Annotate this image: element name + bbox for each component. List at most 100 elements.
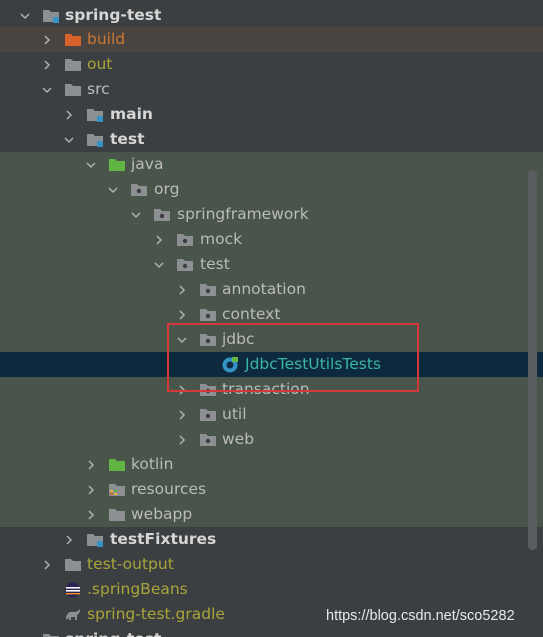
tree-label: org xyxy=(154,180,180,198)
excluded-folder-icon xyxy=(64,31,82,48)
chevron-right-icon[interactable] xyxy=(152,227,166,252)
chevron-right-icon[interactable] xyxy=(62,527,76,552)
tree-row-testfixtures[interactable]: testFixtures xyxy=(0,527,543,552)
folder-icon xyxy=(64,81,82,98)
tree-label: transaction xyxy=(222,380,310,398)
tree-row-test-output[interactable]: test-output xyxy=(0,552,543,577)
module-folder-icon xyxy=(86,131,104,148)
package-icon xyxy=(199,406,217,423)
tree-row-web[interactable]: web xyxy=(0,427,543,452)
tree-label: test xyxy=(200,255,230,273)
tree-label: test xyxy=(110,130,145,148)
tree-label: springframework xyxy=(177,205,309,223)
tree-label: util xyxy=(222,405,247,423)
tree-label: resources xyxy=(131,480,207,498)
package-icon xyxy=(199,281,217,298)
tree-label: mock xyxy=(200,230,243,248)
chevron-down-icon[interactable] xyxy=(129,202,143,227)
chevron-down-icon[interactable] xyxy=(84,152,98,177)
module-folder-icon xyxy=(42,7,60,24)
tree-row-annotation[interactable]: annotation xyxy=(0,277,543,302)
tree-row-springbeans[interactable]: .springBeans xyxy=(0,577,543,602)
chevron-right-icon[interactable] xyxy=(175,402,189,427)
chevron-right-icon[interactable] xyxy=(175,427,189,452)
package-icon xyxy=(199,431,217,448)
test-class-icon xyxy=(221,356,239,373)
tree-label: testFixtures xyxy=(110,530,217,548)
tree-label: kotlin xyxy=(131,455,174,473)
folder-icon xyxy=(64,56,82,73)
tree-row-kotlin[interactable]: kotlin xyxy=(0,452,543,477)
gradle-icon xyxy=(64,606,82,623)
tree-row-mock[interactable]: mock xyxy=(0,227,543,252)
tree-row-src[interactable]: src xyxy=(0,77,543,102)
chevron-right-icon[interactable] xyxy=(40,27,54,52)
package-icon xyxy=(153,206,171,223)
tree-row-spring-test[interactable]: spring-test xyxy=(0,3,543,28)
tree-label: java xyxy=(131,155,164,173)
chevron-down-icon[interactable] xyxy=(40,77,54,102)
chevron-down-icon[interactable] xyxy=(18,627,32,637)
tree-label: spring-test.gradle xyxy=(87,605,225,623)
tree-row-test-package[interactable]: test xyxy=(0,252,543,277)
chevron-right-icon[interactable] xyxy=(84,502,98,527)
tree-row-jdbc[interactable]: jdbc xyxy=(0,327,543,352)
package-icon xyxy=(176,256,194,273)
resources-folder-icon xyxy=(108,481,126,498)
tree-row-java[interactable]: java xyxy=(0,152,543,177)
tree-row-context[interactable]: context xyxy=(0,302,543,327)
chevron-right-icon[interactable] xyxy=(84,452,98,477)
chevron-down-icon[interactable] xyxy=(175,327,189,352)
tree-row-out[interactable]: out xyxy=(0,52,543,77)
tree-label: build xyxy=(87,30,126,48)
chevron-right-icon[interactable] xyxy=(175,302,189,327)
test-source-folder-icon xyxy=(108,156,126,173)
tree-label: webapp xyxy=(131,505,193,523)
folder-icon xyxy=(108,506,126,523)
chevron-right-icon[interactable] xyxy=(40,52,54,77)
tree-row-util[interactable]: util xyxy=(0,402,543,427)
tree-label: test-output xyxy=(87,555,174,573)
tree-label: .springBeans xyxy=(87,580,188,598)
tree-label: main xyxy=(110,105,153,123)
package-icon xyxy=(199,306,217,323)
vertical-scrollbar[interactable] xyxy=(528,170,537,550)
chevron-down-icon[interactable] xyxy=(152,252,166,277)
tree-label: annotation xyxy=(222,280,306,298)
chevron-down-icon[interactable] xyxy=(62,127,76,152)
tree-label: web xyxy=(222,430,255,448)
tree-row-spring-test-next[interactable]: spring-test xyxy=(0,627,543,637)
test-source-folder-icon xyxy=(108,456,126,473)
module-folder-icon xyxy=(86,106,104,123)
tree-label: context xyxy=(222,305,281,323)
tree-row-transaction[interactable]: transaction xyxy=(0,377,543,402)
tree-row-test-module[interactable]: test xyxy=(0,127,543,152)
chevron-down-icon[interactable] xyxy=(106,177,120,202)
watermark-text: https://blog.csdn.net/sco5282 xyxy=(326,608,515,624)
folder-icon xyxy=(64,556,82,573)
tree-label: src xyxy=(87,80,110,98)
chevron-down-icon[interactable] xyxy=(18,3,32,28)
chevron-right-icon[interactable] xyxy=(175,277,189,302)
tree-row-springframework[interactable]: springframework xyxy=(0,202,543,227)
module-folder-icon xyxy=(42,631,60,637)
module-folder-icon xyxy=(86,531,104,548)
chevron-right-icon[interactable] xyxy=(175,377,189,402)
tree-row-jdbctestutilstests[interactable]: JdbcTestUtilsTests xyxy=(0,352,543,377)
tree-row-org[interactable]: org xyxy=(0,177,543,202)
tree-label: spring-test xyxy=(65,6,162,24)
tree-row-main[interactable]: main xyxy=(0,102,543,127)
chevron-right-icon[interactable] xyxy=(84,477,98,502)
chevron-right-icon[interactable] xyxy=(40,552,54,577)
tree-row-resources[interactable]: resources xyxy=(0,477,543,502)
tree-row-webapp[interactable]: webapp xyxy=(0,502,543,527)
package-icon xyxy=(130,181,148,198)
eclipse-file-icon xyxy=(64,581,82,598)
tree-label: jdbc xyxy=(222,330,255,348)
chevron-right-icon[interactable] xyxy=(62,102,76,127)
tree-row-build[interactable]: build xyxy=(0,27,543,52)
project-tree: spring-test build out src main test java xyxy=(0,0,543,637)
package-icon xyxy=(199,381,217,398)
tree-label: spring-test xyxy=(65,627,161,637)
tree-label: JdbcTestUtilsTests xyxy=(245,355,382,373)
